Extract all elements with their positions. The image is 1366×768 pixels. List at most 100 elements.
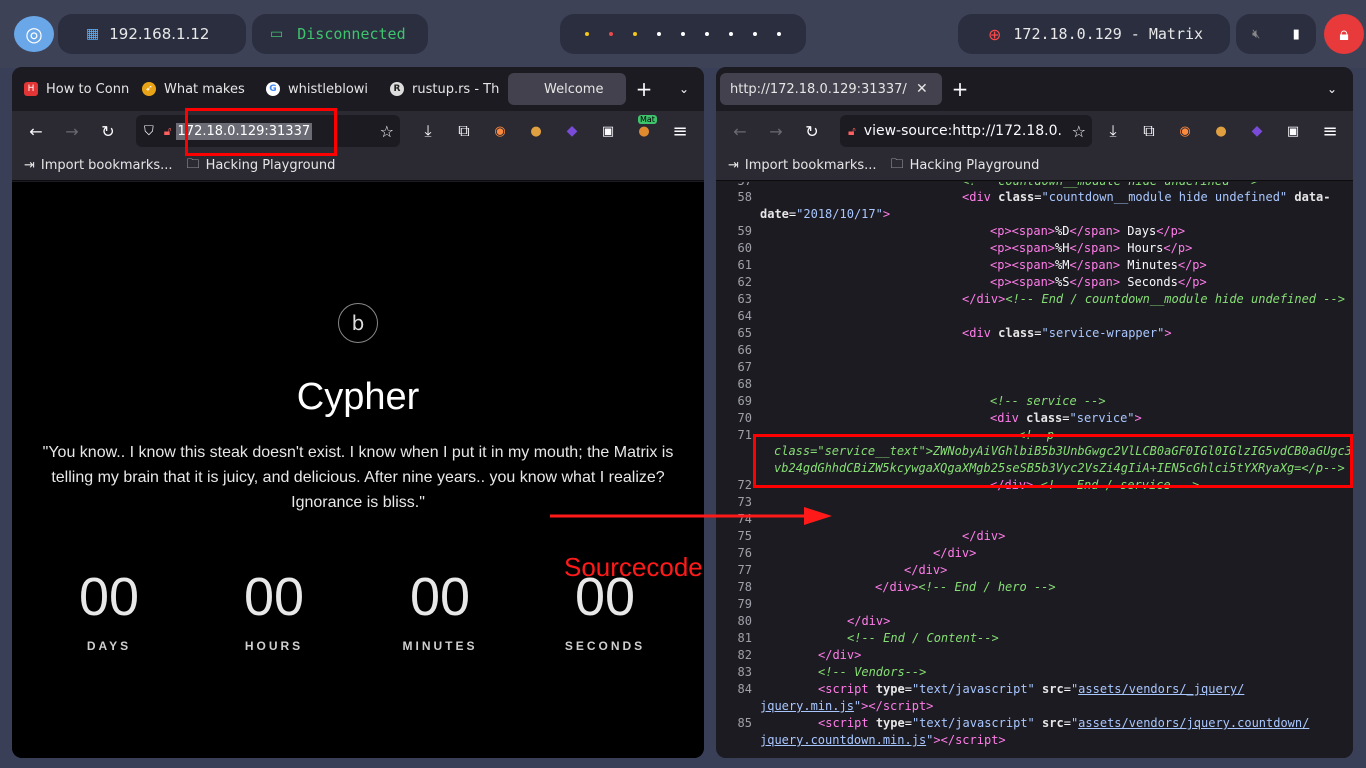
- cube-icon[interactable]: ◆: [1241, 115, 1273, 147]
- bookmark-star-icon[interactable]: ☆: [1072, 122, 1086, 141]
- url-text[interactable]: view-source:http://172.18.0.1: [864, 123, 1062, 139]
- folder-icon: 🗀: [890, 156, 904, 172]
- tab-bar: H How to Conn ➶ What makes G whistleblow…: [12, 67, 704, 111]
- workspace-dot[interactable]: [753, 32, 757, 36]
- shield-icon[interactable]: ⛉: [144, 124, 154, 139]
- top-panel: ◎ ▦ 192.168.1.12 ▭ Disconnected ⊕ 172.18…: [0, 0, 1366, 68]
- site-logo: b: [338, 303, 378, 343]
- vpn-status: Disconnected: [297, 25, 406, 43]
- target-widget[interactable]: ⊕ 172.18.0.129 - Matrix: [958, 14, 1230, 54]
- source-line: 68: [737, 377, 752, 391]
- tab-rustup[interactable]: R rustup.rs - Th: [382, 73, 504, 105]
- close-tab-icon[interactable]: ✕: [916, 81, 928, 97]
- insecure-lock-icon[interactable]: 🔓︎: [848, 124, 856, 139]
- import-icon: ⇥: [24, 158, 35, 173]
- bookmark-folder[interactable]: 🗀 Hacking Playground: [187, 155, 336, 177]
- tab-welcome[interactable]: Welcome: [508, 73, 626, 105]
- ext-eyes-icon[interactable]: ◉: [1169, 115, 1201, 147]
- annotation-arrow: [550, 507, 832, 525]
- rocket-icon: ➶: [142, 82, 156, 96]
- downloads-icon[interactable]: ⤓: [1097, 115, 1129, 147]
- source-line: 63 </div><!-- End / countdown__module hid…: [737, 292, 1345, 306]
- google-icon: G: [266, 82, 280, 96]
- source-line: 64: [737, 309, 752, 323]
- source-line: 85 <script type="text/javascript" src="as…: [737, 716, 1310, 730]
- workspace-dot[interactable]: [705, 32, 709, 36]
- browser-window-right: http://172.18.0.129:31337/ ✕ + ⌄ ← → ↻ 🔓…: [716, 67, 1353, 758]
- target-icon: ⊕: [988, 24, 1002, 44]
- profile-icon[interactable]: ▣: [1277, 115, 1309, 147]
- source-line: 79: [737, 597, 752, 611]
- page-title: Cypher: [296, 376, 420, 418]
- comment-highlight-box: [753, 434, 1353, 488]
- ip-widget[interactable]: ▦ 192.168.1.12: [58, 14, 246, 54]
- tab-htb[interactable]: H How to Conn: [16, 73, 134, 105]
- downloads-icon[interactable]: ⤓: [412, 115, 444, 147]
- workspace-dot[interactable]: [633, 32, 637, 36]
- source-line: 70 <div class="service">: [737, 411, 1142, 425]
- tab-view-source[interactable]: http://172.18.0.129:31337/ ✕: [720, 73, 942, 105]
- profile-icon[interactable]: ▣: [592, 115, 624, 147]
- ext-eyes-icon[interactable]: ◉: [484, 115, 516, 147]
- nav-bar: ← → ↻ 🔓︎ view-source:http://172.18.0.1 ☆…: [716, 111, 1353, 151]
- source-line: jquery.min.js"></script>: [760, 699, 934, 713]
- workspace-dot[interactable]: [585, 32, 589, 36]
- cookie-icon[interactable]: ●: [1205, 115, 1237, 147]
- new-tab-button[interactable]: +: [628, 73, 660, 105]
- bookmark-import[interactable]: ⇥ Import bookmarks...: [728, 158, 877, 173]
- tab-what-makes[interactable]: ➶ What makes: [134, 73, 258, 105]
- back-button[interactable]: ←: [724, 115, 756, 147]
- cookie-icon[interactable]: ●: [520, 115, 552, 147]
- vpn-widget[interactable]: ▭ Disconnected: [252, 14, 428, 54]
- ip-address: 192.168.1.12: [109, 25, 210, 43]
- cube-icon[interactable]: ◆: [556, 115, 588, 147]
- reload-button[interactable]: ↻: [796, 115, 828, 147]
- new-tab-button[interactable]: +: [944, 73, 976, 105]
- tab-list-chevron-icon[interactable]: ⌄: [668, 73, 700, 105]
- page-icon: [516, 82, 530, 96]
- workspace-dot[interactable]: [777, 32, 781, 36]
- extensions-icon[interactable]: ⧉: [448, 115, 480, 147]
- matrix-ext-icon[interactable]: ● Mat: [628, 115, 660, 147]
- tab-google[interactable]: G whistleblowi: [258, 73, 382, 105]
- target-label: 172.18.0.129 - Matrix: [1013, 25, 1204, 43]
- workspace-dot[interactable]: [609, 32, 613, 36]
- source-line: 62 <p><span>%S</span> Seconds</p>: [737, 275, 1207, 289]
- source-line: 76 </div>: [737, 546, 977, 560]
- source-line: 83 <!-- Vendors-->: [737, 665, 927, 679]
- workspace-dot[interactable]: [681, 32, 685, 36]
- url-bar[interactable]: 🔓︎ view-source:http://172.18.0.1 ☆: [840, 115, 1092, 147]
- system-tray: 🔇︎ ▮: [1236, 14, 1316, 54]
- source-line: 80 </div>: [737, 614, 891, 628]
- workspace-switcher[interactable]: [560, 14, 806, 54]
- workspace-dot[interactable]: [657, 32, 661, 36]
- extensions-icon[interactable]: ⧉: [1133, 115, 1165, 147]
- bookmark-folder[interactable]: 🗀 Hacking Playground: [891, 155, 1040, 177]
- forward-button[interactable]: →: [56, 115, 88, 147]
- menu-icon[interactable]: ≡: [664, 115, 696, 147]
- countdown-minutes: 00 MINUTES: [402, 567, 478, 653]
- source-line: jquery.countdown.min.js"></script>: [760, 733, 1006, 747]
- tab-list-chevron-icon[interactable]: ⌄: [1316, 73, 1348, 105]
- quote-text: "You know.. I know this steak doesn't ex…: [42, 444, 674, 511]
- battery-icon[interactable]: ▮: [1293, 27, 1300, 42]
- workspace-dot[interactable]: [729, 32, 733, 36]
- countdown-hours: 00 HOURS: [243, 567, 305, 653]
- insecure-lock-icon[interactable]: 🔓︎: [164, 124, 172, 139]
- debian-menu-icon[interactable]: ◎: [14, 16, 54, 52]
- nav-bar: ← → ↻ ⛉ 🔓︎ 172.18.0.129:31337 ☆ ⤓ ⧉ ◉ ● …: [12, 111, 704, 151]
- lock-icon[interactable]: 🔒︎: [1324, 14, 1364, 54]
- bookmark-star-icon[interactable]: ☆: [380, 122, 394, 141]
- import-icon: ⇥: [728, 158, 739, 173]
- source-line: 67: [737, 360, 752, 374]
- forward-button[interactable]: →: [760, 115, 792, 147]
- source-line: 81 <!-- End / Content-->: [737, 631, 999, 645]
- mute-icon[interactable]: 🔇︎: [1252, 27, 1260, 42]
- reload-button[interactable]: ↻: [92, 115, 124, 147]
- source-line: 61 <p><span>%M</span> Minutes</p>: [737, 258, 1207, 272]
- back-button[interactable]: ←: [20, 115, 52, 147]
- browser-window-left: H How to Conn ➶ What makes G whistleblow…: [12, 67, 704, 758]
- menu-icon[interactable]: ≡: [1314, 115, 1346, 147]
- source-line: date="2018/10/17">: [760, 207, 891, 221]
- bookmark-import[interactable]: ⇥ Import bookmarks...: [24, 158, 173, 173]
